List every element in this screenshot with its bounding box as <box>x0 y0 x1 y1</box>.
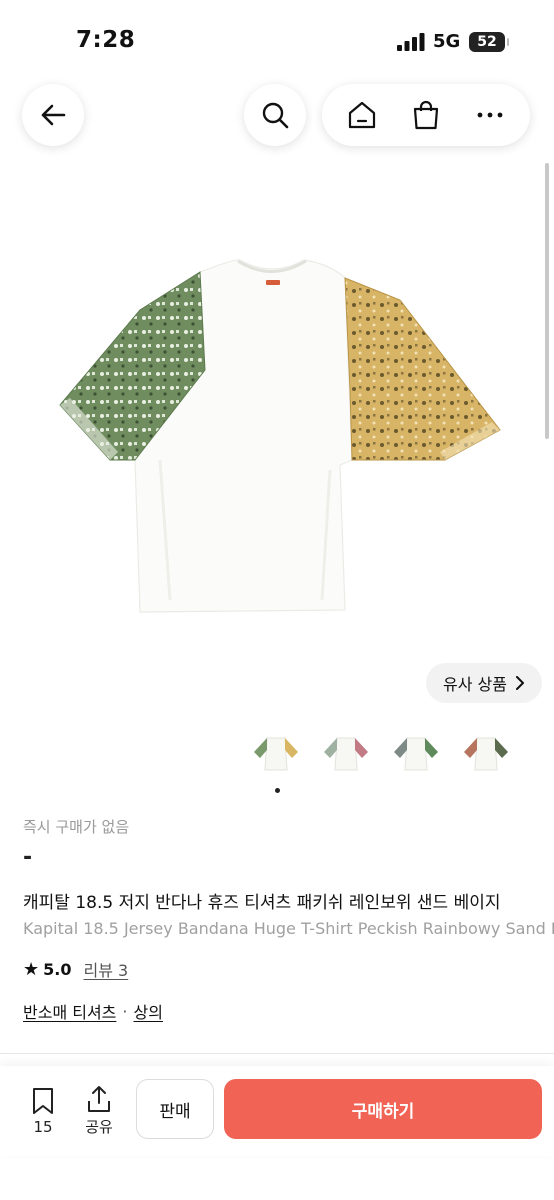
back-button[interactable] <box>22 84 84 146</box>
shopping-bag-icon <box>413 100 439 130</box>
home-icon <box>348 101 376 129</box>
share-label: 공유 <box>85 1118 113 1136</box>
image-scrollbar[interactable] <box>545 163 549 439</box>
home-button[interactable] <box>342 95 382 135</box>
status-time: 7:28 <box>76 27 136 53</box>
back-arrow-icon <box>41 104 66 126</box>
shopping-bag-button[interactable] <box>406 95 446 135</box>
divider <box>0 1053 554 1054</box>
sell-button[interactable]: 판매 <box>136 1079 214 1139</box>
rating-row: ★ 5.0 리뷰 3 <box>23 957 128 981</box>
more-button[interactable] <box>470 95 510 135</box>
buy-button[interactable]: 구매하기 <box>224 1079 542 1139</box>
category-breadcrumb: 반소매 티셔츠 · 상의 <box>23 999 163 1023</box>
price: - <box>23 845 33 870</box>
chevron-right-icon <box>515 676 524 690</box>
search-icon <box>262 102 289 129</box>
rating-value: 5.0 <box>43 959 72 979</box>
similar-products-button[interactable]: 유사 상품 <box>426 663 542 703</box>
instant-purchase-label: 즉시 구매가 없음 <box>23 818 130 836</box>
thumbnail-2[interactable] <box>320 726 372 778</box>
similar-products-label: 유사 상품 <box>443 675 507 694</box>
bookmark-button[interactable]: 15 <box>24 1086 62 1136</box>
bottom-action-bar: 15 공유 판매 구매하기 <box>0 1066 554 1156</box>
status-bar: 7:28 5G 52 <box>0 0 554 80</box>
bookmark-icon <box>33 1088 53 1114</box>
product-title-english: Kapital 18.5 Jersey Bandana Huge T-Shirt… <box>23 919 554 938</box>
category-separator: · <box>122 1001 128 1021</box>
review-link[interactable]: 리뷰 3 <box>83 957 128 981</box>
signal-icon <box>397 33 425 51</box>
battery-level: 52 <box>477 34 497 50</box>
nav-action-group <box>322 84 530 146</box>
page-indicator-dot <box>275 788 280 793</box>
share-icon <box>88 1086 110 1112</box>
product-title-korean: 캐피탈 18.5 저지 반다나 휴즈 티셔츠 패키쉬 레인보위 샌드 베이지 <box>23 893 501 913</box>
category-link-tops[interactable]: 상의 <box>134 999 163 1023</box>
battery-icon: 52 <box>469 32 509 52</box>
share-button[interactable]: 공유 <box>80 1084 118 1137</box>
thumbnail-4[interactable] <box>460 726 512 778</box>
bookmark-count: 15 <box>33 1118 53 1136</box>
product-image[interactable] <box>0 160 554 680</box>
search-button[interactable] <box>244 84 306 146</box>
thumbnail-strip <box>250 726 512 778</box>
star-icon: ★ <box>23 958 40 980</box>
category-link-short-sleeve[interactable]: 반소매 티셔츠 <box>23 999 116 1023</box>
network-type: 5G <box>433 31 461 52</box>
more-icon <box>477 112 503 118</box>
thumbnail-1[interactable] <box>250 726 302 778</box>
thumbnail-3[interactable] <box>390 726 442 778</box>
